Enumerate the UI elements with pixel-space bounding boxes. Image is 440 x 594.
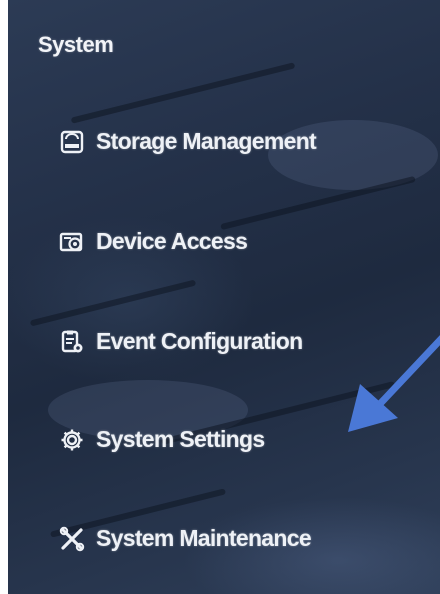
menu-item-system-maintenance[interactable]: System Maintenance [58,525,312,552]
storage-icon [58,129,86,155]
background-streak [70,62,296,124]
menu-item-storage-management[interactable]: Storage Management [58,128,317,155]
event-config-icon [58,329,86,355]
annotation-arrow [348,335,440,432]
system-menu-panel: System Storage Management Device Access [8,0,440,594]
tools-icon [58,526,86,552]
menu-item-system-settings[interactable]: System Settings [58,426,265,453]
device-access-icon [58,229,86,255]
gear-icon [58,427,86,453]
menu-item-label: Event Configuration [96,328,303,354]
menu-item-label: Device Access [96,228,248,254]
background-streak [29,279,197,327]
menu-item-label: Storage Management [96,128,317,154]
menu-item-event-configuration[interactable]: Event Configuration [58,328,303,355]
menu-item-label: System Settings [96,426,265,452]
menu-item-device-access[interactable]: Device Access [58,228,248,255]
section-title: System [38,32,114,57]
menu-item-label: System Maintenance [96,525,312,551]
